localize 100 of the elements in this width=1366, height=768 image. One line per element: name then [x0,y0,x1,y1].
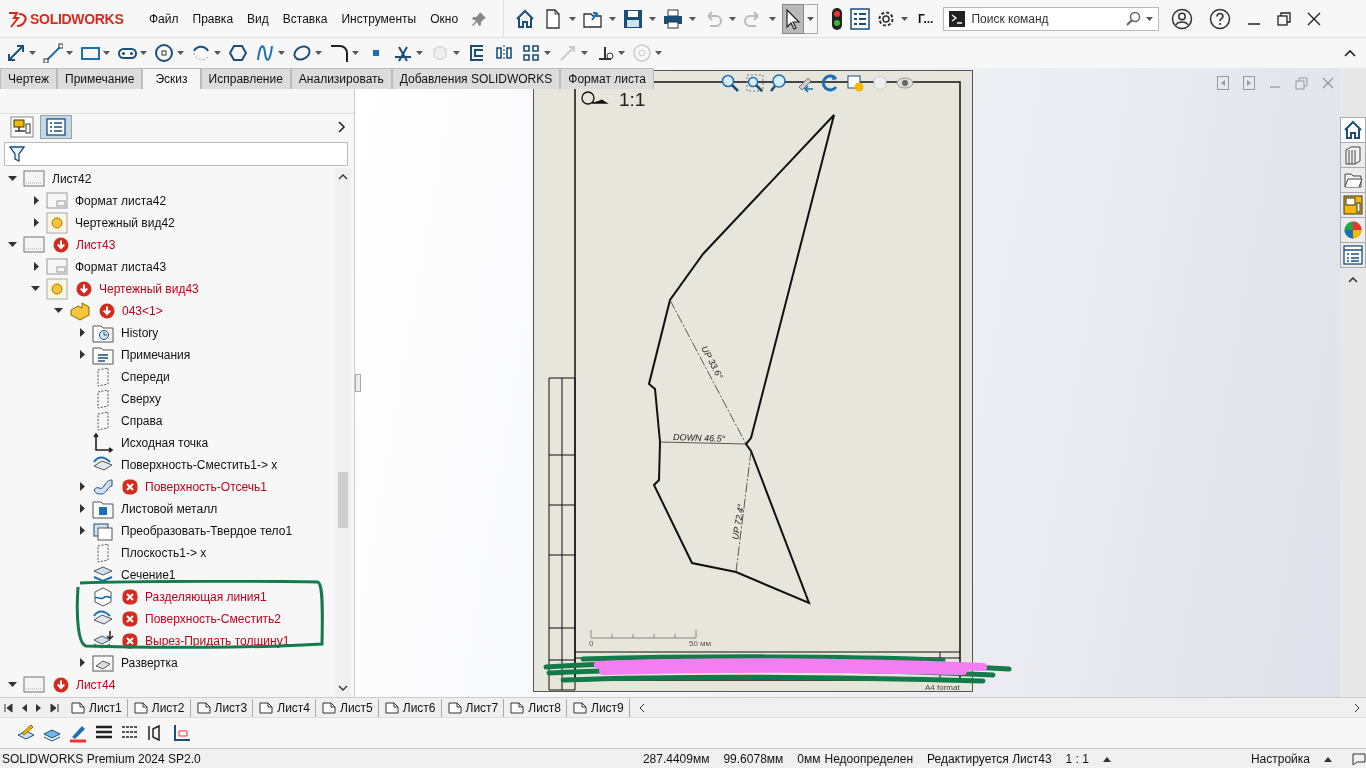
select-button[interactable] [782,3,805,34]
ribbon-tab[interactable]: Анализировать [290,68,392,89]
message-icon[interactable] [1352,753,1366,765]
caret-icon[interactable] [729,16,737,21]
tree-item[interactable]: Поверхность-Сместить2 [145,612,281,626]
pattern-icon[interactable] [521,43,541,63]
scroll-thumb[interactable] [338,472,348,528]
caret-icon[interactable] [66,51,73,55]
scroll-down-icon[interactable] [338,685,348,691]
close-icon[interactable] [1307,11,1322,26]
caret-icon[interactable] [618,51,625,55]
collapse-icon[interactable] [1344,49,1356,57]
circle-icon[interactable] [154,43,174,63]
pin-icon[interactable] [471,10,488,27]
ribbon-tab[interactable]: Эскиз [142,68,201,89]
sheet-tab[interactable]: Лист5 [316,698,379,717]
caret-icon[interactable] [177,51,184,55]
menu-item[interactable]: Инструменты [334,11,424,26]
search-box[interactable]: Поиск команд [943,6,1160,31]
restore-icon[interactable] [1277,11,1292,26]
caret-icon[interactable] [352,51,359,55]
menu-item[interactable]: Правка [185,11,241,26]
sheet-scale[interactable]: 1 : 1 [1065,752,1089,766]
caret-icon[interactable] [901,16,909,21]
ribbon-tab[interactable]: Добавления SOLIDWORKS [391,68,561,89]
sheet-tab[interactable]: Лист7 [441,698,505,717]
tree-item[interactable]: Спереди [121,370,170,384]
sheet-tab[interactable]: Лист1 [65,698,128,717]
polygon-icon[interactable] [228,43,248,63]
tree-item[interactable]: Формат листа43 [75,260,167,274]
caret-icon[interactable] [453,51,460,55]
view-palette-icon[interactable] [1343,195,1363,215]
caret-icon[interactable] [655,51,662,55]
caret-icon[interactable] [214,51,221,55]
tree-item[interactable]: Преобразовать-Твердое тело1 [121,524,293,538]
arc-icon[interactable] [191,43,211,63]
tree-item[interactable]: Поверхность-Сместить1-> x [121,458,278,472]
splitter-handle-icon[interactable] [355,374,361,392]
user-icon[interactable] [1171,7,1194,30]
caret-icon[interactable] [569,16,577,21]
tree-item[interactable]: Сверху [121,392,162,406]
zoom-to-fit-icon[interactable] [720,73,740,93]
caret-icon[interactable] [103,51,110,55]
fillet-icon[interactable] [329,43,349,63]
sheet-tab[interactable]: Лист9 [567,698,630,717]
tree-item[interactable]: 043<1> [122,304,163,318]
help-icon[interactable] [1209,7,1232,30]
caret-icon[interactable] [769,16,777,21]
last-sheet-icon[interactable] [49,702,59,713]
ribbon-tab[interactable]: Примечание [57,68,143,89]
tile-left-icon[interactable] [1217,76,1229,90]
sheet-tab[interactable]: Лист6 [378,698,442,717]
scroll-up-icon[interactable] [338,174,348,180]
properties-icon[interactable] [1343,245,1363,265]
tree-item[interactable]: Формат листа42 [75,194,167,208]
caret-icon[interactable] [315,51,322,55]
menu-item[interactable]: Окно [423,11,466,26]
traffic-light-icon[interactable] [830,6,845,31]
line-icon[interactable] [43,43,63,63]
units-up-icon[interactable] [1324,756,1332,762]
sheet-tab[interactable]: Лист4 [253,698,316,717]
rotate-icon[interactable] [820,73,840,93]
caret-icon[interactable] [581,51,588,55]
color-display-icon[interactable] [172,723,192,743]
sheet-tab[interactable]: Лист2 [127,698,191,717]
tile-right-icon[interactable] [1243,76,1255,90]
caret-icon[interactable] [649,16,657,21]
units-selector[interactable]: Настройка [1250,752,1310,766]
scroll-left-icon[interactable] [638,702,645,713]
tree-item[interactable]: Вырез-Придать толщину1 [145,634,290,648]
line-color-icon[interactable] [68,723,88,743]
tree-item[interactable]: Листовой металл [121,502,218,516]
tree-item[interactable]: Чертежный вид42 [75,216,175,230]
appearance-icon[interactable] [1343,220,1363,240]
folder-icon[interactable] [1343,170,1363,190]
caret-icon[interactable] [416,51,423,55]
filter-field[interactable] [4,142,348,166]
sheet-tab[interactable]: Лист3 [190,698,254,717]
smart-dimension-icon[interactable] [6,43,26,63]
scale-up-icon[interactable] [1102,756,1111,762]
tree-item[interactable]: Разделяющая линия1 [145,590,267,604]
tree-item[interactable]: Развертка [121,656,178,670]
feature-tree-tab-icon[interactable] [10,116,34,138]
tree-item[interactable]: Лист43 [76,238,116,252]
tree-item[interactable]: Исходная точка [121,436,209,450]
menu-item[interactable]: Вставка [275,11,335,26]
tree-item[interactable]: Чертежный вид43 [99,282,199,296]
caret-icon[interactable] [544,51,551,55]
tree-item[interactable]: Примечания [121,348,191,362]
tree-item[interactable]: Сечение1 [121,568,176,582]
caret-icon[interactable] [140,51,147,55]
spline-icon[interactable] [255,43,275,63]
tree-item[interactable]: History [121,326,159,340]
caret-icon[interactable] [1146,16,1154,21]
save-icon[interactable] [622,7,645,30]
tree-item[interactable]: Плоскость1-> x [121,546,207,560]
overflow-label[interactable]: Г... [918,11,934,26]
search-input[interactable]: Поиск команд [969,10,1123,27]
caret-icon[interactable] [278,51,285,55]
property-tab-icon[interactable] [40,115,72,139]
